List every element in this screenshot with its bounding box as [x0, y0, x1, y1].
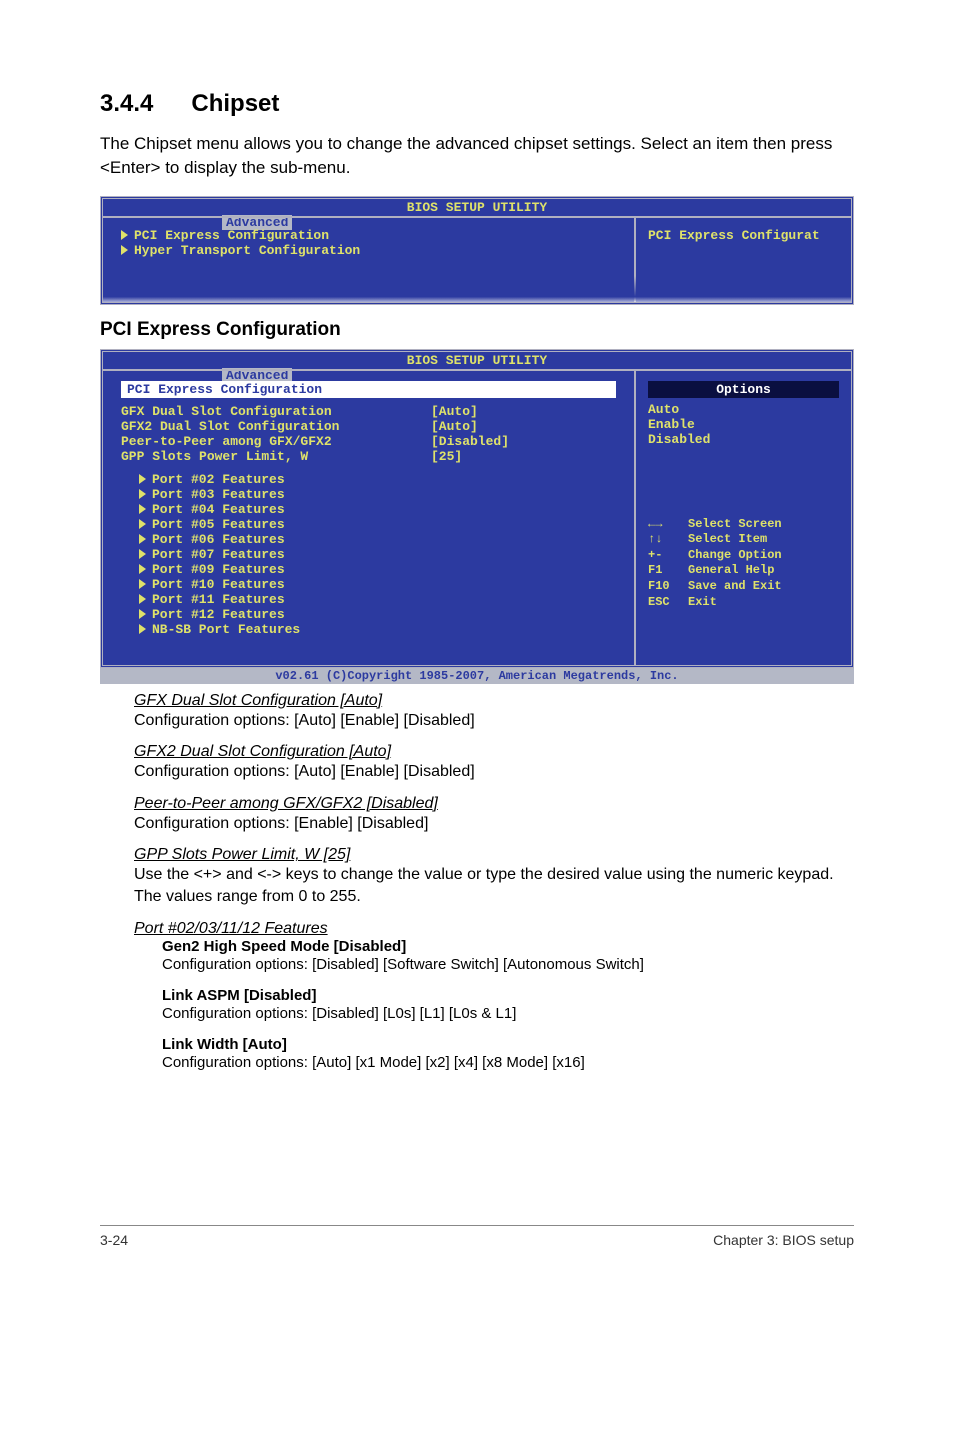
section-number: 3.4.4 [100, 90, 153, 117]
desc-gfx2-body: Configuration options: [Auto] [Enable] [… [134, 761, 854, 783]
row-gfx2[interactable]: GFX2 Dual Slot Configuration[Auto] [121, 419, 616, 434]
page-number: 3-24 [100, 1232, 128, 1248]
opt-disabled: Disabled [648, 432, 839, 447]
bios-panel-chipset: BIOS SETUP UTILITY Advanced PCI Express … [100, 196, 854, 305]
options-title: Options [648, 381, 839, 398]
row-gpp[interactable]: GPP Slots Power Limit, W[25] [121, 449, 616, 464]
val-gfx2: [Auto] [431, 419, 478, 434]
desc-port-title: Port #02/03/11/12 Features [134, 920, 854, 938]
port-12[interactable]: Port #12 Features [139, 607, 616, 622]
section-heading: 3.4.4 Chipset [100, 90, 854, 118]
bios-panel-pce: BIOS SETUP UTILITY Advanced PCI Express … [100, 349, 854, 668]
pce-heading: PCI Express Configuration [100, 319, 854, 341]
port-04[interactable]: Port #04 Features [139, 502, 616, 517]
menu-hyper-transport[interactable]: Hyper Transport Configuration [121, 243, 616, 258]
desc-gpp-title: GPP Slots Power Limit, W [25] [134, 846, 854, 864]
intro-text: The Chipset menu allows you to change th… [100, 132, 854, 180]
desc-aspm-title: Link ASPM [Disabled] [162, 987, 854, 1004]
row-peer[interactable]: Peer-to-Peer among GFX/GFX2[Disabled] [121, 434, 616, 449]
key-ud-icon: ↑↓ [648, 532, 688, 548]
page-footer: 3-24 Chapter 3: BIOS setup [0, 1225, 954, 1288]
bios-help-pane: PCI Express Configurat [636, 218, 851, 302]
port-02[interactable]: Port #02 Features [139, 472, 616, 487]
desc-peer-body: Configuration options: [Enable] [Disable… [134, 813, 854, 835]
bios-title: BIOS SETUP UTILITY [103, 199, 851, 216]
lbl-peer: Peer-to-Peer among GFX/GFX2 [121, 434, 431, 449]
menu-pci-express[interactable]: PCI Express Configuration [121, 228, 616, 243]
val-gfx: [Auto] [431, 404, 478, 419]
val-peer: [Disabled] [431, 434, 509, 449]
desc-aspm-body: Configuration options: [Disabled] [L0s] … [162, 1004, 854, 1024]
bios-right-pane-2: Options Auto Enable Disabled ←→Select Sc… [636, 371, 851, 665]
val-gpp: [25] [431, 449, 462, 464]
lbl-gpp: GPP Slots Power Limit, W [121, 449, 431, 464]
desc-gfx-title: GFX Dual Slot Configuration [Auto] [134, 692, 854, 710]
bios-left-pane-2: PCI Express Configuration GFX Dual Slot … [103, 371, 636, 665]
port-05[interactable]: Port #05 Features [139, 517, 616, 532]
desc-gfx2-title: GFX2 Dual Slot Configuration [Auto] [134, 743, 854, 761]
desc-lw-title: Link Width [Auto] [162, 1036, 854, 1053]
section-title: Chipset [191, 90, 279, 117]
port-06[interactable]: Port #06 Features [139, 532, 616, 547]
desc-gen2-body: Configuration options: [Disabled] [Softw… [162, 955, 854, 975]
desc-gpp-body: Use the <+> and <-> keys to change the v… [134, 864, 854, 907]
lbl-gfx2: GFX2 Dual Slot Configuration [121, 419, 431, 434]
key-esc: ESC [648, 595, 688, 611]
bios-left-pane: PCI Express Configuration Hyper Transpor… [103, 218, 636, 302]
desc-gfx-body: Configuration options: [Auto] [Enable] [… [134, 710, 854, 732]
bios-footer: v02.61 (C)Copyright 1985-2007, American … [100, 668, 854, 684]
help-text: PCI Express Configurat [648, 228, 839, 243]
key-pm: +- [648, 548, 688, 564]
port-03[interactable]: Port #03 Features [139, 487, 616, 502]
port-11[interactable]: Port #11 Features [139, 592, 616, 607]
port-10[interactable]: Port #10 Features [139, 577, 616, 592]
desc-gen2-title: Gen2 High Speed Mode [Disabled] [162, 938, 854, 955]
lbl-gfx: GFX Dual Slot Configuration [121, 404, 431, 419]
desc-peer-title: Peer-to-Peer among GFX/GFX2 [Disabled] [134, 795, 854, 813]
nb-sb[interactable]: NB-SB Port Features [139, 622, 616, 637]
port-07[interactable]: Port #07 Features [139, 547, 616, 562]
opt-auto: Auto [648, 402, 839, 417]
row-gfx[interactable]: GFX Dual Slot Configuration[Auto] [121, 404, 616, 419]
bios-title-2: BIOS SETUP UTILITY [103, 352, 851, 369]
key-f10: F10 [648, 579, 688, 595]
port-09[interactable]: Port #09 Features [139, 562, 616, 577]
keys-legend: ←→Select Screen ↑↓Select Item +-Change O… [648, 517, 839, 611]
key-f1: F1 [648, 563, 688, 579]
opt-enable: Enable [648, 417, 839, 432]
pce-section-heading: PCI Express Configuration [121, 381, 616, 398]
key-lr-icon: ←→ [648, 517, 688, 533]
desc-lw-body: Configuration options: [Auto] [x1 Mode] … [162, 1053, 854, 1073]
chapter-label: Chapter 3: BIOS setup [713, 1232, 854, 1248]
